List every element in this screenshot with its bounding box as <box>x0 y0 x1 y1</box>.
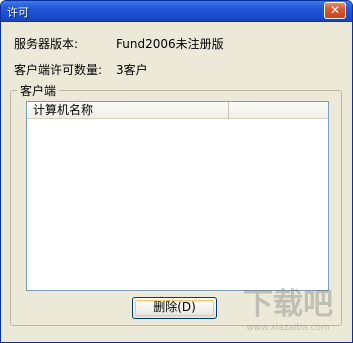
clients-group-caption: 客户端 <box>17 82 60 99</box>
window-title: 许可 <box>7 6 29 19</box>
server-version-value: Fund2006未注册版 <box>116 37 224 51</box>
close-button[interactable]: ✕ <box>324 2 346 19</box>
watermark-url: www.xiazaiba.com <box>246 323 330 333</box>
server-version-label: 服务器版本: <box>14 37 79 51</box>
license-count-row: 客户端许可数量: 3客户 <box>14 61 148 78</box>
license-count-value: 3客户 <box>116 63 148 77</box>
watermark-text: 下载吧 <box>243 287 333 322</box>
close-icon: ✕ <box>329 3 341 17</box>
title-bar[interactable]: 许可 ✕ <box>1 1 352 22</box>
column-header-computer-name[interactable]: 计算机名称 <box>27 102 229 119</box>
license-dialog: 许可 ✕ 服务器版本: Fund2006未注册版 客户端许可数量: 3客户 客户… <box>0 0 353 343</box>
column-header-extra[interactable] <box>230 102 328 119</box>
list-header: 计算机名称 <box>27 102 328 119</box>
license-count-label: 客户端许可数量: <box>14 63 103 77</box>
delete-button[interactable]: 删除(D) <box>132 297 217 319</box>
watermark-logo: 下载吧 www.xiazaiba.com <box>243 287 333 333</box>
clients-listview[interactable]: 计算机名称 <box>26 101 329 291</box>
delete-button-label: 删除(D) <box>153 300 196 314</box>
server-version-row: 服务器版本: Fund2006未注册版 <box>14 35 224 52</box>
